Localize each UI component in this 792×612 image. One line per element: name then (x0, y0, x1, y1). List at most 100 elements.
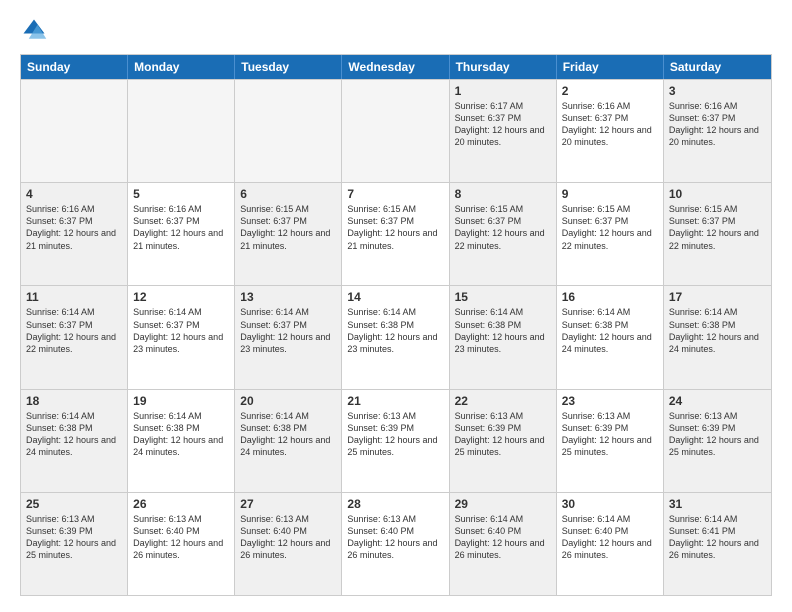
cal-cell: 19Sunrise: 6:14 AMSunset: 6:38 PMDayligh… (128, 390, 235, 492)
day-number: 19 (133, 394, 229, 408)
cal-cell: 31 Sunrise: 6:14 AMSunset: 6:41 PMDayligh… (664, 493, 771, 595)
cell-info: Sunrise: 6:16 AMSunset: 6:37 PMDaylight:… (669, 100, 766, 149)
cal-header-wednesday: Wednesday (342, 55, 449, 79)
cell-info: Sunrise: 6:14 AMSunset: 6:38 PMDaylight:… (562, 306, 658, 355)
day-number: 18 (26, 394, 122, 408)
cal-cell: 7 Sunrise: 6:15 AMSunset: 6:37 PMDaylight… (342, 183, 449, 285)
day-number: 4 (26, 187, 122, 201)
cell-info: Sunrise: 6:13 AMSunset: 6:39 PMDaylight:… (669, 410, 766, 459)
cal-cell: 24 Sunrise: 6:13 AMSunset: 6:39 PMDayligh… (664, 390, 771, 492)
cell-info: Sunrise: 6:14 AMSunset: 6:40 PMDaylight:… (562, 513, 658, 562)
day-number: 24 (669, 394, 766, 408)
cell-info: Sunrise: 6:13 AMSunset: 6:39 PMDaylight:… (562, 410, 658, 459)
day-number: 30 (562, 497, 658, 511)
cal-cell: 22 Sunrise: 6:13 AMSunset: 6:39 PMDayligh… (450, 390, 557, 492)
cell-info: Sunrise: 6:13 AMSunset: 6:39 PMDaylight:… (26, 513, 122, 562)
logo-icon (20, 16, 48, 44)
cal-cell: 25 Sunrise: 6:13 AMSunset: 6:39 PMDayligh… (21, 493, 128, 595)
cell-info: Sunrise: 6:15 AMSunset: 6:37 PMDaylight:… (562, 203, 658, 252)
cal-cell: 11 Sunrise: 6:14 AMSunset: 6:37 PMDayligh… (21, 286, 128, 388)
cal-cell (21, 80, 128, 182)
cal-cell: 9Sunrise: 6:15 AMSunset: 6:37 PMDaylight… (557, 183, 664, 285)
cell-info: Sunrise: 6:13 AMSunset: 6:40 PMDaylight:… (240, 513, 336, 562)
cell-info: Sunrise: 6:14 AMSunset: 6:38 PMDaylight:… (669, 306, 766, 355)
day-number: 2 (562, 84, 658, 98)
cal-cell: 17 Sunrise: 6:14 AMSunset: 6:38 PMDayligh… (664, 286, 771, 388)
cal-header-monday: Monday (128, 55, 235, 79)
cell-info: Sunrise: 6:15 AMSunset: 6:37 PMDaylight:… (347, 203, 443, 252)
day-number: 16 (562, 290, 658, 304)
cal-week-3: 18 Sunrise: 6:14 AMSunset: 6:38 PMDayligh… (21, 389, 771, 492)
cal-cell: 13 Sunrise: 6:14 AMSunset: 6:37 PMDayligh… (235, 286, 342, 388)
cal-cell: 4 Sunrise: 6:16 AMSunset: 6:37 PMDaylight… (21, 183, 128, 285)
page: SundayMondayTuesdayWednesdayThursdayFrid… (0, 0, 792, 612)
cell-info: Sunrise: 6:16 AMSunset: 6:37 PMDaylight:… (26, 203, 122, 252)
day-number: 10 (669, 187, 766, 201)
day-number: 1 (455, 84, 551, 98)
cal-cell: 20 Sunrise: 6:14 AMSunset: 6:38 PMDayligh… (235, 390, 342, 492)
day-number: 25 (26, 497, 122, 511)
cal-cell: 26 Sunrise: 6:13 AMSunset: 6:40 PMDayligh… (128, 493, 235, 595)
day-number: 6 (240, 187, 336, 201)
day-number: 22 (455, 394, 551, 408)
cal-cell: 8 Sunrise: 6:15 AMSunset: 6:37 PMDaylight… (450, 183, 557, 285)
day-number: 17 (669, 290, 766, 304)
day-number: 13 (240, 290, 336, 304)
day-number: 3 (669, 84, 766, 98)
cal-week-2: 11 Sunrise: 6:14 AMSunset: 6:37 PMDayligh… (21, 285, 771, 388)
cell-info: Sunrise: 6:14 AMSunset: 6:38 PMDaylight:… (455, 306, 551, 355)
cell-info: Sunrise: 6:13 AMSunset: 6:40 PMDaylight:… (347, 513, 443, 562)
cell-info: Sunrise: 6:15 AMSunset: 6:37 PMDaylight:… (455, 203, 551, 252)
cal-header-tuesday: Tuesday (235, 55, 342, 79)
day-number: 11 (26, 290, 122, 304)
cal-header-saturday: Saturday (664, 55, 771, 79)
cal-header-friday: Friday (557, 55, 664, 79)
cal-cell: 16 Sunrise: 6:14 AMSunset: 6:38 PMDayligh… (557, 286, 664, 388)
cell-info: Sunrise: 6:17 AMSunset: 6:37 PMDaylight:… (455, 100, 551, 149)
cell-info: Sunrise: 6:14 AMSunset: 6:38 PMDaylight:… (240, 410, 336, 459)
cal-cell: 30 Sunrise: 6:14 AMSunset: 6:40 PMDayligh… (557, 493, 664, 595)
calendar-header-row: SundayMondayTuesdayWednesdayThursdayFrid… (21, 55, 771, 79)
cell-info: Sunrise: 6:15 AMSunset: 6:37 PMDaylight:… (669, 203, 766, 252)
cal-header-thursday: Thursday (450, 55, 557, 79)
cell-info: Sunrise: 6:13 AMSunset: 6:39 PMDaylight:… (455, 410, 551, 459)
cal-cell: 12 Sunrise: 6:14 AMSunset: 6:37 PMDayligh… (128, 286, 235, 388)
cell-info: Sunrise: 6:13 AMSunset: 6:40 PMDaylight:… (133, 513, 229, 562)
day-number: 8 (455, 187, 551, 201)
calendar-body: 1 Sunrise: 6:17 AMSunset: 6:37 PMDaylight… (21, 79, 771, 595)
cell-info: Sunrise: 6:14 AMSunset: 6:40 PMDaylight:… (455, 513, 551, 562)
day-number: 7 (347, 187, 443, 201)
cal-cell (235, 80, 342, 182)
day-number: 14 (347, 290, 443, 304)
cell-info: Sunrise: 6:14 AMSunset: 6:37 PMDaylight:… (240, 306, 336, 355)
cal-cell: 14Sunrise: 6:14 AMSunset: 6:38 PMDayligh… (342, 286, 449, 388)
logo (20, 16, 52, 44)
day-number: 12 (133, 290, 229, 304)
cal-week-1: 4 Sunrise: 6:16 AMSunset: 6:37 PMDaylight… (21, 182, 771, 285)
day-number: 31 (669, 497, 766, 511)
cal-cell (128, 80, 235, 182)
cal-cell: 1 Sunrise: 6:17 AMSunset: 6:37 PMDaylight… (450, 80, 557, 182)
cal-cell: 21Sunrise: 6:13 AMSunset: 6:39 PMDayligh… (342, 390, 449, 492)
day-number: 20 (240, 394, 336, 408)
cal-week-0: 1 Sunrise: 6:17 AMSunset: 6:37 PMDaylight… (21, 79, 771, 182)
day-number: 28 (347, 497, 443, 511)
cell-info: Sunrise: 6:14 AMSunset: 6:41 PMDaylight:… (669, 513, 766, 562)
cal-cell: 28 Sunrise: 6:13 AMSunset: 6:40 PMDayligh… (342, 493, 449, 595)
cal-cell: 3 Sunrise: 6:16 AMSunset: 6:37 PMDaylight… (664, 80, 771, 182)
cell-info: Sunrise: 6:14 AMSunset: 6:37 PMDaylight:… (133, 306, 229, 355)
calendar: SundayMondayTuesdayWednesdayThursdayFrid… (20, 54, 772, 596)
day-number: 15 (455, 290, 551, 304)
cell-info: Sunrise: 6:14 AMSunset: 6:38 PMDaylight:… (26, 410, 122, 459)
cal-header-sunday: Sunday (21, 55, 128, 79)
header (20, 16, 772, 44)
cal-cell: 2Sunrise: 6:16 AMSunset: 6:37 PMDaylight… (557, 80, 664, 182)
cell-info: Sunrise: 6:15 AMSunset: 6:37 PMDaylight:… (240, 203, 336, 252)
cal-cell: 23 Sunrise: 6:13 AMSunset: 6:39 PMDayligh… (557, 390, 664, 492)
day-number: 27 (240, 497, 336, 511)
cell-info: Sunrise: 6:16 AMSunset: 6:37 PMDaylight:… (133, 203, 229, 252)
cell-info: Sunrise: 6:14 AMSunset: 6:37 PMDaylight:… (26, 306, 122, 355)
day-number: 26 (133, 497, 229, 511)
cal-cell: 15 Sunrise: 6:14 AMSunset: 6:38 PMDayligh… (450, 286, 557, 388)
day-number: 23 (562, 394, 658, 408)
